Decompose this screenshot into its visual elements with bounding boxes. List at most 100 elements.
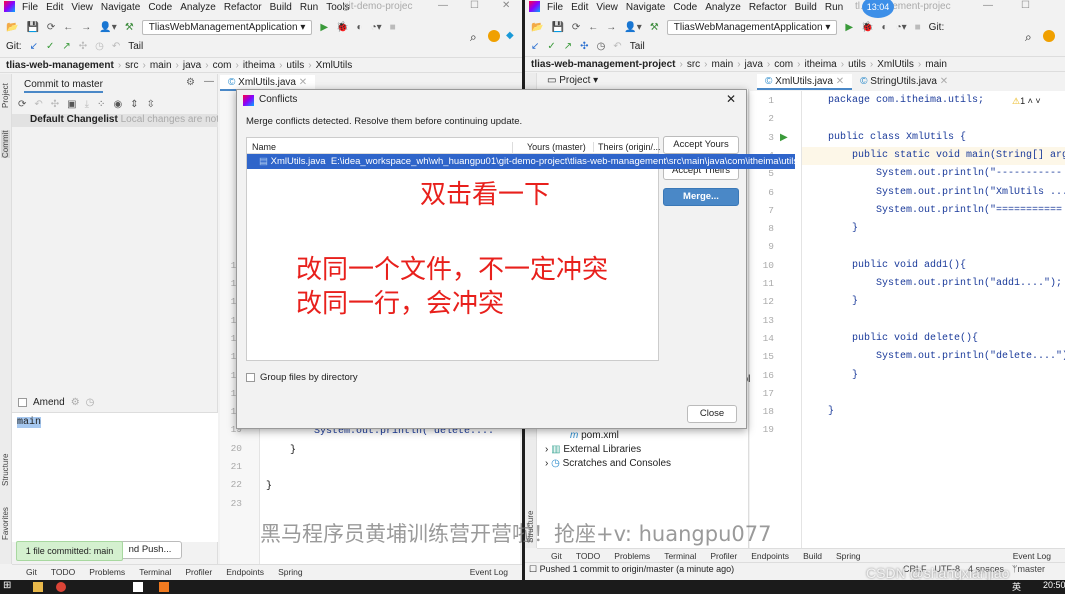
run-config-select[interactable]: TliasWebManagementApplication ▾ [666,19,838,35]
breadcrumb-item[interactable]: itheima [243,60,275,71]
back-icon[interactable]: ← [588,22,598,33]
commit-tab[interactable]: Commit to master [24,79,103,93]
event-log-button[interactable]: Event Log [1013,551,1051,561]
tool-tab-profiler[interactable]: Profiler [710,551,737,561]
stop-icon[interactable]: ■ [390,22,396,33]
user-icon[interactable]: 👤▾ [624,22,641,33]
commit-and-push-button[interactable]: nd Push... [118,541,182,559]
git-history-icon[interactable]: ◷ [95,41,104,52]
changelist-row[interactable]: Default Changelist Local changes are not… [12,114,218,127]
menu-navigate[interactable]: Navigate [626,2,665,13]
user-icon[interactable]: 👤▾ [99,22,116,33]
build-hammer-icon[interactable]: ⚒ [125,22,134,33]
tab-stringutils[interactable]: © StringUtils.java ✕ [852,74,956,90]
menu-edit[interactable]: Edit [571,2,588,13]
run-gutter-icon[interactable]: ▶ [780,132,788,144]
breadcrumb-item[interactable]: main [150,60,172,71]
breadcrumb-item[interactable]: com [774,59,793,70]
save-icon[interactable]: 💾 [551,22,563,33]
menu-view[interactable]: View [71,2,93,13]
app-taskbar-icon[interactable] [159,582,169,592]
tool-tab-todo[interactable]: TODO [576,551,600,561]
breadcrumb-item[interactable]: src [687,59,700,70]
menu-analyze[interactable]: Analyze [180,2,216,13]
menu-edit[interactable]: Edit [46,2,63,13]
tool-tab-git[interactable]: Git [551,551,562,561]
ime-indicator[interactable]: 英 [1012,580,1021,593]
git-push-icon[interactable]: ↗ [564,41,572,52]
sync-icon[interactable]: ⟳ [572,22,580,33]
group-by-directory-checkbox[interactable]: Group files by directory [246,372,358,383]
git-update-icon[interactable]: ↙ [531,41,539,52]
diff-icon[interactable]: ▣ [67,99,76,110]
minimize-icon[interactable]: — [983,0,993,11]
git-branch[interactable]: ᛘmaster [1012,564,1045,574]
column-theirs[interactable]: Theirs (origin/... [593,142,661,152]
tool-tab-git[interactable]: Git [26,567,37,577]
tool-tab-endpoints[interactable]: Endpoints [226,567,264,577]
git-merge-icon[interactable]: ✣ [79,41,87,52]
tool-tab-terminal[interactable]: Terminal [664,551,696,561]
menu-build[interactable]: Build [795,2,817,13]
run-icon[interactable]: ▶ [845,22,853,33]
git-update-icon[interactable]: ↙ [30,41,38,52]
coverage-icon[interactable]: ◐ [882,22,888,33]
git-merge-icon[interactable]: ✣ [580,41,588,52]
tool-tab-todo[interactable]: TODO [51,567,75,577]
accept-yours-button[interactable]: Accept Yours [663,136,739,154]
table-row[interactable]: ▤ XmlUtils.java E:\idea_workspace_wh\wh_… [247,154,798,169]
breadcrumb-item[interactable]: utils [286,60,304,71]
tab-xmlutils[interactable]: © XmlUtils.java ✕ [757,74,853,90]
rollback-icon[interactable]: ↶ [34,99,42,110]
hide-panel-icon[interactable]: — [204,76,214,87]
merge-button[interactable]: Merge... [663,188,739,206]
back-icon[interactable]: ← [63,22,73,33]
open-icon[interactable]: 📂 [6,22,18,33]
menu-view[interactable]: View [596,2,618,13]
debug-icon[interactable]: 🐞 [861,22,873,33]
menu-run[interactable]: Run [825,2,843,13]
move-icon[interactable]: ✣ [51,99,59,110]
side-tab-structure[interactable]: Structure [1,454,10,486]
menu-refactor[interactable]: Refactor [749,2,787,13]
sync-icon[interactable]: ⟳ [47,22,55,33]
breadcrumb-item[interactable]: utils [848,59,866,70]
forward-icon[interactable]: → [81,22,91,33]
breadcrumb-item[interactable]: main [925,59,947,70]
git-rollback-icon[interactable]: ↶ [613,41,621,52]
maximize-icon[interactable]: ☐ [1021,0,1030,11]
build-hammer-icon[interactable]: ⚒ [650,22,659,33]
run-config-select[interactable]: TliasWebManagementApplication ▾ [141,19,313,35]
stop-icon[interactable]: ■ [915,22,921,33]
menu-code[interactable]: Code [148,2,172,13]
event-log-button[interactable]: Event Log [470,567,508,577]
intellij-taskbar-icon[interactable] [133,582,143,592]
side-tab-project[interactable]: Project [1,83,10,108]
tree-item-external-libraries[interactable]: › ▥ External Libraries [545,444,641,455]
amend-settings-icon[interactable]: ⚙ [71,397,80,408]
refresh-icon[interactable]: ⟳ [18,99,26,110]
profile-icon[interactable]: ◔▾ [371,22,382,33]
git-rollback-icon[interactable]: ↶ [112,41,120,52]
tail-button[interactable]: Tail [128,41,143,52]
tool-tab-endpoints[interactable]: Endpoints [751,551,789,561]
breadcrumb-item[interactable]: java [745,59,763,70]
chrome-icon[interactable] [56,582,66,592]
close-window-icon[interactable]: ✕ [502,0,510,11]
tool-tab-profiler[interactable]: Profiler [185,567,212,577]
explorer-icon[interactable] [33,582,43,592]
project-view-select[interactable]: ▭ Project ▾ [547,75,598,86]
tool-tab-problems[interactable]: Problems [614,551,650,561]
tool-tab-problems[interactable]: Problems [89,567,125,577]
git-history-icon[interactable]: ◷ [597,41,606,52]
maximize-icon[interactable]: ☐ [470,0,479,11]
settings-gear-icon[interactable]: ⚙ [186,77,195,88]
side-tab-commit[interactable]: Commit [1,130,10,158]
collapse-all-icon[interactable]: ⇳ [147,99,155,110]
tree-item-pom[interactable]: m pom.xml [570,430,619,441]
breadcrumb-item[interactable]: itheima [805,59,837,70]
profile-icon[interactable]: ◔▾ [896,22,907,33]
breadcrumb-item[interactable]: main [712,59,734,70]
tail-button[interactable]: Tail [630,41,645,52]
status-message[interactable]: Pushed 1 commit to origin/master (a minu… [540,564,735,574]
